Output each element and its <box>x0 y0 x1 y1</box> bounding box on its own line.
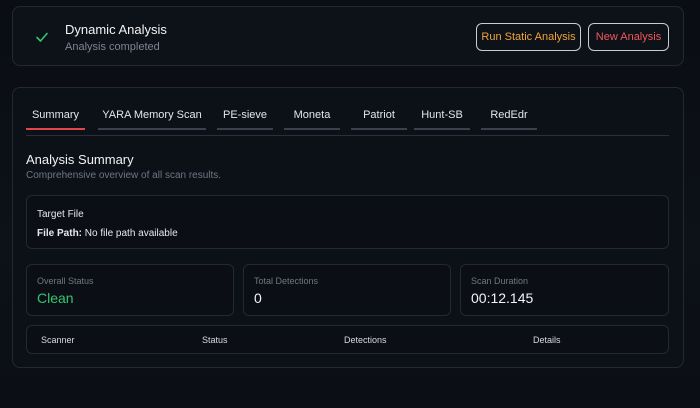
total-detections-label: Total Detections <box>254 276 319 286</box>
analysis-header-card: Dynamic Analysis Analysis completed Run … <box>12 6 684 66</box>
tab-patriot[interactable]: Patriot <box>351 108 407 130</box>
summary-title: Analysis Summary <box>26 152 134 167</box>
scan-duration-label: Scan Duration <box>471 276 529 286</box>
total-detections-value: 0 <box>254 290 262 306</box>
scanner-table-header: Scanner Status Detections Details <box>26 325 669 354</box>
results-card: Summary YARA Memory Scan PE-sieve Moneta… <box>12 87 684 368</box>
file-path-label: File Path: <box>37 228 83 239</box>
analysis-status-text: Analysis completed <box>65 41 160 53</box>
summary-subtitle: Comprehensive overview of all scan resul… <box>26 170 222 181</box>
scan-duration-card: Scan Duration 00:12.145 <box>460 264 669 316</box>
results-tabs: Summary YARA Memory Scan PE-sieve Moneta… <box>26 108 669 136</box>
target-file-title: Target File <box>37 209 84 220</box>
column-header-scanner[interactable]: Scanner <box>41 335 75 345</box>
run-static-analysis-button[interactable]: Run Static Analysis <box>476 23 581 51</box>
tab-pe-sieve[interactable]: PE-sieve <box>217 108 273 130</box>
column-header-detections[interactable]: Detections <box>344 335 387 345</box>
column-header-status[interactable]: Status <box>202 335 228 345</box>
tab-moneta[interactable]: Moneta <box>284 108 340 130</box>
overall-status-value: Clean <box>37 290 74 306</box>
tab-yara-memory-scan[interactable]: YARA Memory Scan <box>98 108 206 130</box>
file-path-row: File Path: No file path available <box>37 228 178 239</box>
overall-status-card: Overall Status Clean <box>26 264 234 316</box>
check-icon <box>36 32 48 42</box>
scan-duration-value: 00:12.145 <box>471 290 534 306</box>
analysis-title: Dynamic Analysis <box>65 22 167 37</box>
overall-status-label: Overall Status <box>37 276 94 286</box>
file-path-value: No file path available <box>84 228 178 239</box>
tab-summary[interactable]: Summary <box>26 108 85 130</box>
tab-hunt-sb[interactable]: Hunt-SB <box>414 108 470 130</box>
tab-rededr[interactable]: RedEdr <box>481 108 537 130</box>
target-file-panel: Target File File Path: No file path avai… <box>26 195 669 249</box>
column-header-details[interactable]: Details <box>533 335 561 345</box>
total-detections-card: Total Detections 0 <box>243 264 451 316</box>
new-analysis-button[interactable]: New Analysis <box>588 23 669 51</box>
